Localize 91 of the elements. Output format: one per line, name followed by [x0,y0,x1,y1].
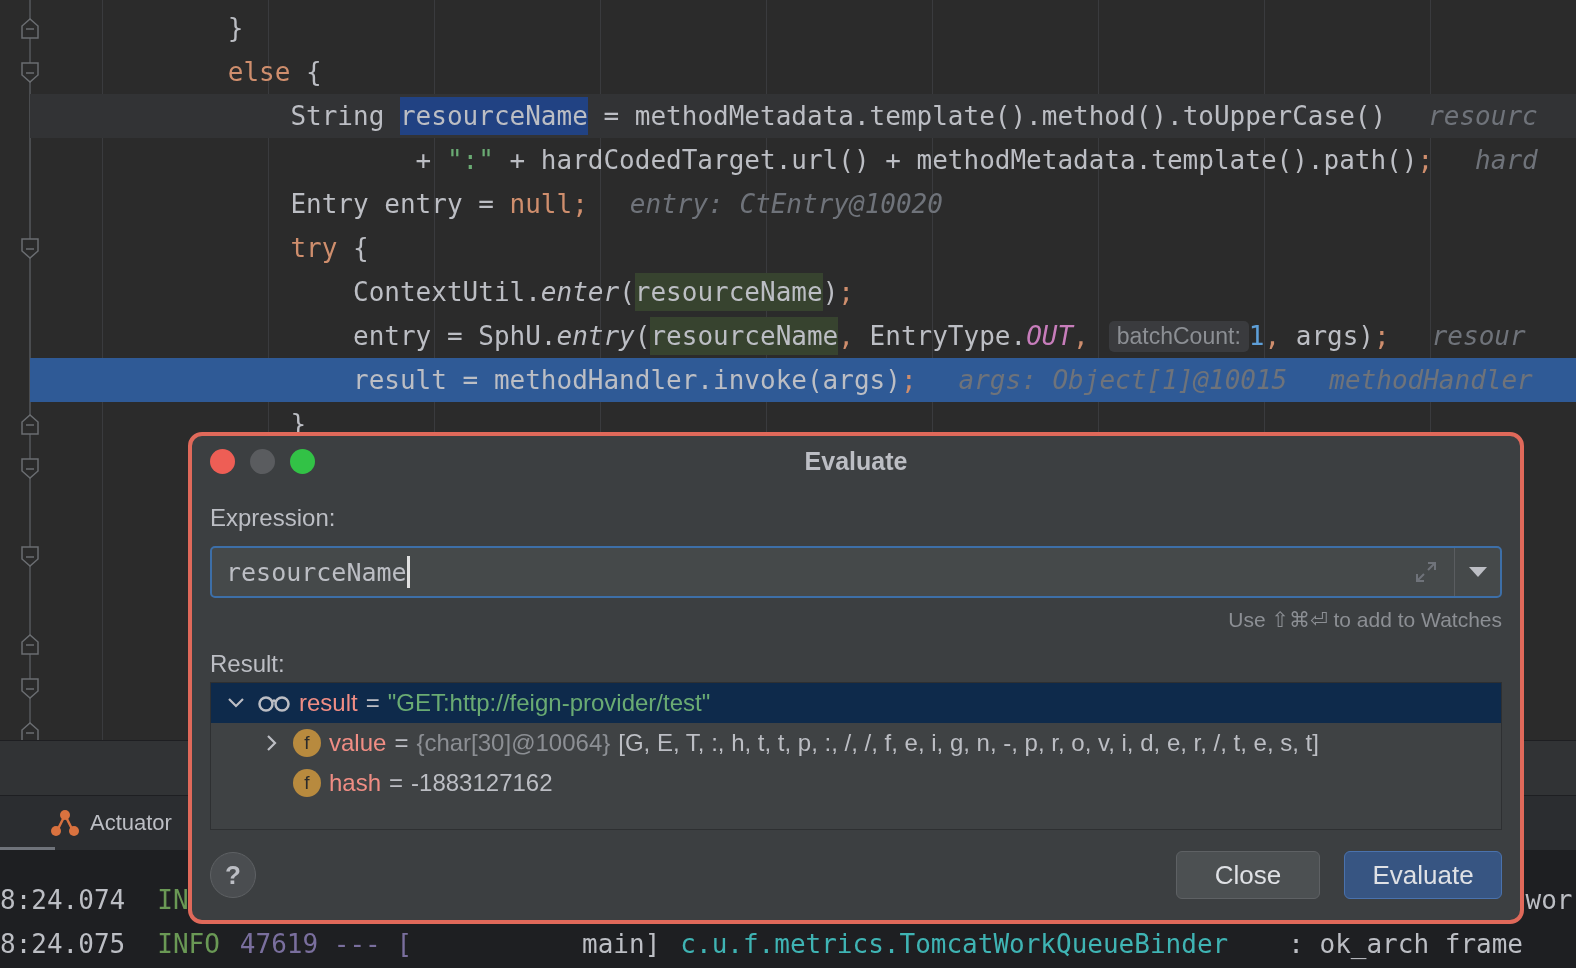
variable-type: {char[30]@10064} [416,729,611,757]
code-token: Entry entry = [290,189,495,219]
inline-value-hint: args: Object[1]@10015 [958,365,1288,395]
evaluate-button[interactable]: Evaluate [1344,851,1502,899]
tool-tab[interactable]: Actuator [50,809,172,837]
close-window-button[interactable] [210,448,235,474]
expression-label: Expression: [210,504,336,532]
log-pid: 47619 --- [ [239,929,413,959]
fold-marker-icon[interactable] [21,677,39,699]
tree-row[interactable]: result = "GET:http://feign-provider/test" [211,683,1501,723]
fold-marker-icon[interactable] [21,237,39,259]
inline-value-hint: resour [1431,321,1526,351]
code-token: try [290,233,338,263]
minimize-window-button[interactable] [250,448,275,474]
glasses-icon [257,694,291,712]
equals-sign: = [389,769,404,797]
code-token: , [838,321,854,351]
inline-value-hint: entry: CtEntry@10020 [629,189,943,219]
log-logger: c.u.f.metrics.TomcatWorkQueueBinder [680,929,1229,959]
fold-marker-icon[interactable] [21,413,39,435]
code-token: else [227,57,291,87]
code-token: ) [822,277,839,307]
expression-field[interactable]: resourceName [210,546,1502,598]
expand-icon [1414,560,1438,584]
code-token: enter [540,277,620,307]
code-token: ; [1374,321,1390,351]
nodes-icon [50,809,80,837]
tree-row[interactable]: f hash = -1883127162 [211,763,1501,803]
field-icon: f [293,729,321,757]
log-time: 8:24.075 [0,929,126,959]
fold-marker-icon[interactable] [21,721,39,740]
dialog-title: Evaluate [804,446,908,476]
code-token: String [290,101,386,131]
code-token: EntryType. [868,321,1027,351]
code-token: entry [556,321,635,351]
variable-name: result [299,689,358,717]
tree-row[interactable]: f value = {char[30]@10064} [G, E, T, :, h, t, t, p, :, /, /, f, e, i, g, n, -, p, r, o, v, i, d, e, r, /, t, e, s, t] [211,723,1501,763]
code-token: = methodMetadata.template().method().toUpperCase() [602,101,1387,131]
code-token: ( [619,277,635,307]
code-token: resourceName [399,97,588,135]
code-token: + hardCodedTarget.url() + methodMetadata.template().path() [508,145,1418,175]
fold-marker-icon[interactable] [21,545,39,567]
code-token: ":" [446,145,494,175]
inline-value-hint: resourc [1428,101,1538,131]
variable-value: "GET:http://feign-provider/test" [387,689,711,717]
watch-hint: Use ⇧⌘⏎ to add to Watches [1228,608,1502,632]
log-message: : ok_arch frame [1288,929,1523,959]
variable-name: value [329,729,387,757]
code-token: ( [634,321,651,351]
inline-value-hint: methodHandler [1329,365,1533,395]
variable-value: -1883127162 [411,769,553,797]
code-token: resourceName [650,317,839,355]
caret-icon [1468,567,1487,577]
variable-value: [G, E, T, :, h, t, t, p, :, /, /, f, e, i, g, n, -, p, r, o, v, i, d, e, r, /, t, e, s, t] [618,729,1319,757]
zoom-window-button[interactable] [290,448,315,474]
code-token: resourceName [634,273,823,311]
code-token: null; [509,189,588,219]
close-button[interactable]: Close [1176,851,1320,899]
code-token: entry = SphU. [353,321,557,351]
variable-name: hash [329,769,382,797]
code-token: ContextUtil. [353,277,541,307]
log-time: 8:24.074 [0,885,126,915]
tab-indicator [0,847,55,850]
fold-marker-icon[interactable] [21,457,39,479]
code-token: } [227,13,244,43]
result-label: Result: [210,650,285,678]
equals-sign: = [365,689,380,717]
code-token: + [415,145,433,175]
fold-marker-icon[interactable] [21,61,39,83]
fold-marker-icon[interactable] [21,633,39,655]
parameter-hint: batchCount: [1108,320,1249,352]
help-button[interactable]: ? [210,852,256,898]
code-token: result = methodHandler.invoke(args) [353,365,901,395]
log-message: wor [1525,885,1573,915]
code-token: args) [1294,321,1374,351]
code-token: { [352,233,369,263]
equals-sign: = [394,729,409,757]
inline-value-hint: hard [1475,145,1538,175]
expression-text: resourceName [226,557,407,587]
code-token: , [1264,321,1281,351]
code-token: ; [900,365,917,395]
code-token: 1 [1248,321,1265,351]
code-token: { [305,57,322,87]
field-icon: f [293,769,321,797]
code-token: OUT [1026,321,1074,351]
fold-marker-icon[interactable] [21,17,39,39]
log-level: INFO [157,929,220,959]
log-thread: main] [582,929,661,959]
code-token: ; [1417,145,1434,175]
log-level: IN [157,885,189,915]
code-token: ; [838,277,854,307]
